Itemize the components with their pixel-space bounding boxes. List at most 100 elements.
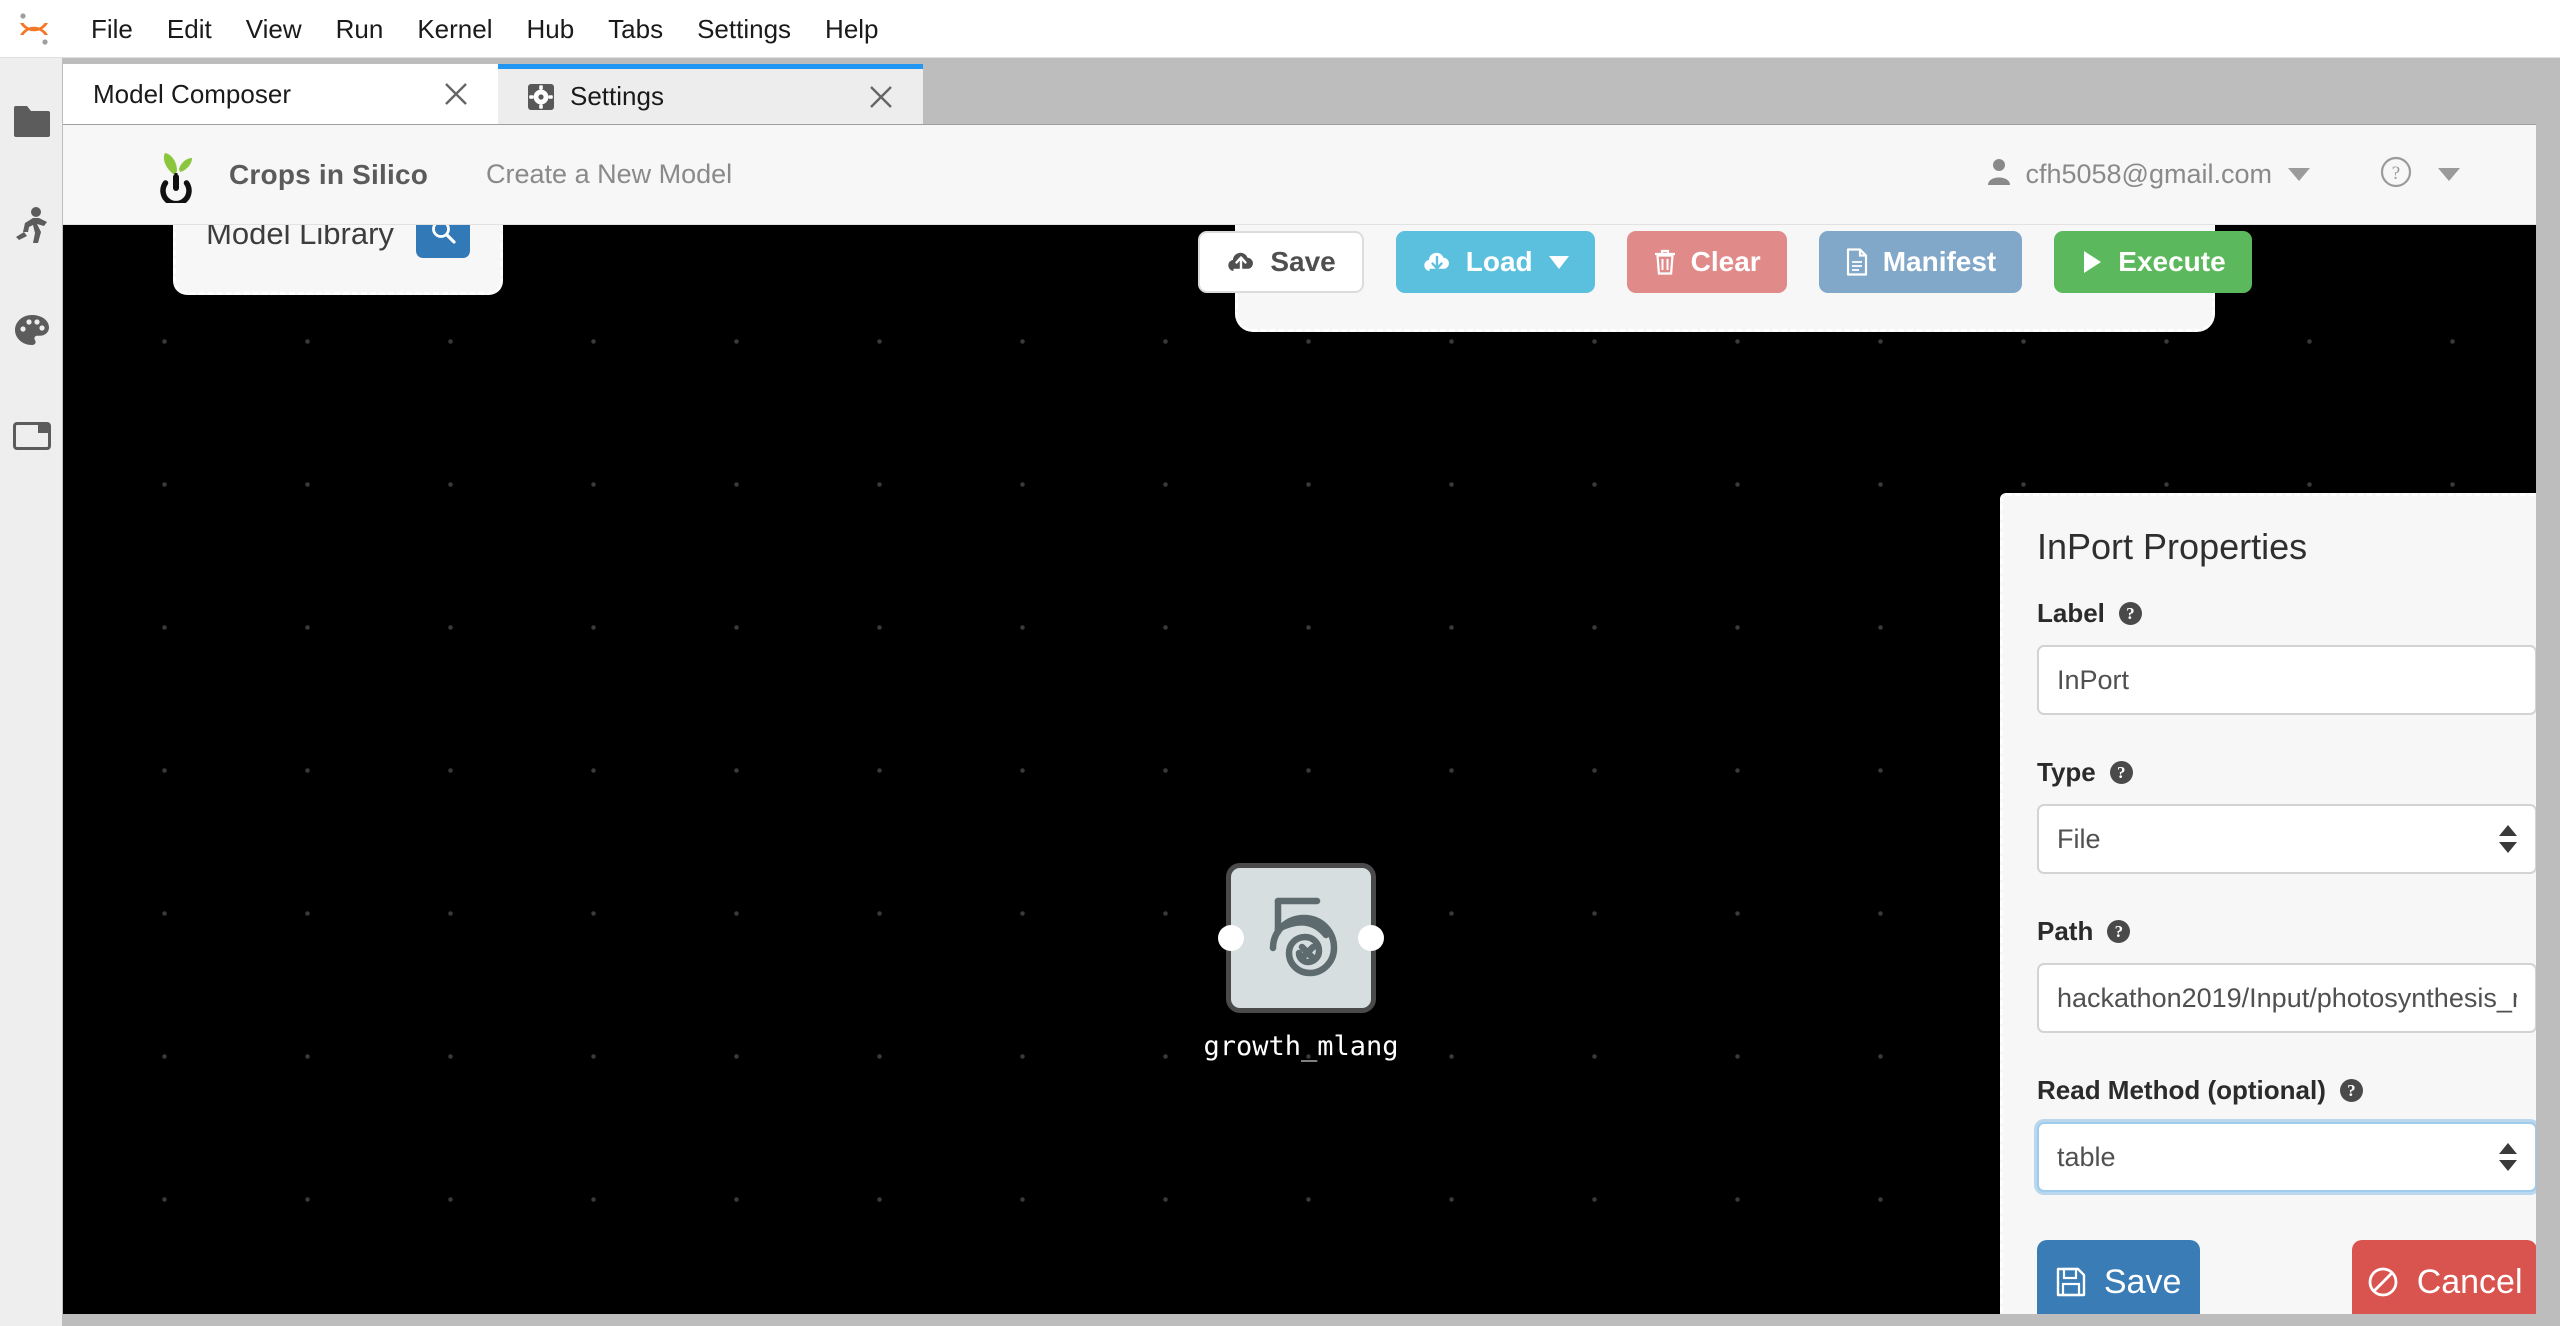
menu-item-help[interactable]: Help [808, 0, 895, 58]
help-icon[interactable]: ? [2109, 761, 2133, 784]
cloud-upload-icon [1226, 249, 1256, 275]
header-right-group: cfh5058@gmail.com ? [1987, 156, 2560, 193]
node-box[interactable] [1218, 863, 1384, 1013]
panel-cancel-button[interactable]: Cancel [2352, 1240, 2537, 1324]
model-composer-panel: Crops in Silico Create a New Model cfh50… [63, 124, 2560, 1326]
sidebar-item-open-tabs[interactable] [0, 383, 63, 488]
tab-model-composer[interactable]: Model Composer [63, 64, 498, 124]
user-menu[interactable]: cfh5058@gmail.com [1987, 158, 2310, 191]
search-icon [429, 225, 457, 250]
menu-item-view[interactable]: View [229, 0, 319, 58]
help-icon[interactable]: ? [2339, 1079, 2363, 1102]
sidebar-item-extension-palette[interactable] [0, 278, 63, 383]
jupyter-menubar: File Edit View Run Kernel Hub Tabs Setti… [0, 0, 2560, 58]
document-tabbar: Model Composer Settings [63, 58, 2560, 124]
menu-item-hub[interactable]: Hub [509, 0, 591, 58]
close-icon[interactable] [861, 77, 901, 117]
menu-item-settings[interactable]: Settings [680, 0, 808, 58]
toolbar-button-label: Save [1270, 246, 1336, 277]
toolbar-manifest-button[interactable]: Manifest [1818, 231, 2023, 293]
nav-link-create-new-model[interactable]: Create a New Model [486, 159, 732, 190]
label-text: Type [2037, 757, 2096, 787]
application-window: File Edit View Run Kernel Hub Tabs Setti… [0, 0, 2560, 1326]
document-icon [1845, 248, 1869, 276]
field-read-method-text: Read Method (optional) ? [2037, 1075, 2537, 1106]
toolbar-save-button[interactable]: Save [1198, 231, 1364, 293]
sidebar-item-running-terminals[interactable] [0, 173, 63, 278]
close-icon[interactable] [436, 74, 476, 114]
help-icon[interactable]: ? [2107, 920, 2131, 943]
label-text: Read Method (optional) [2037, 1075, 2326, 1105]
toolbar-button-label: Execute [2118, 246, 2226, 277]
panel-save-button[interactable]: Save [2037, 1240, 2201, 1324]
chevron-down-icon [2499, 842, 2517, 853]
model-canvas[interactable]: Model Library Save Load Clear Manifest E… [63, 225, 2560, 1326]
model-library-search-button[interactable] [415, 225, 470, 258]
brand-title[interactable]: Crops in Silico [229, 159, 428, 191]
app-header: Crops in Silico Create a New Model cfh50… [63, 125, 2560, 225]
tab-icon [12, 420, 52, 452]
composer-toolbar: Save Load Clear Manifest Execute [1198, 225, 2252, 293]
model-library-panel: Model Library [173, 225, 503, 295]
jupyter-logo-icon [14, 9, 54, 49]
svg-text:?: ? [2392, 163, 2400, 184]
chevron-down-icon [2499, 1160, 2517, 1171]
field-path-text: Path ? [2037, 916, 2537, 947]
menu-item-kernel[interactable]: Kernel [400, 0, 509, 58]
field-read-method: Read Method (optional) ? table [2037, 1075, 2537, 1192]
gear-icon [528, 83, 554, 110]
toolbar-clear-button[interactable]: Clear [1626, 231, 1787, 293]
ban-icon [2367, 1266, 2399, 1298]
panel-cancel-label: Cancel [2416, 1262, 2523, 1301]
inport-properties-panel: InPort Properties Label ? Type ? Fi [2000, 493, 2560, 1326]
chevron-down-icon [2438, 168, 2460, 181]
panel-actions: Save Cancel [2037, 1240, 2537, 1324]
chevron-up-icon [2499, 825, 2517, 836]
model-library-title: Model Library [206, 225, 394, 251]
type-select-wrap: File [2037, 804, 2537, 874]
sidebar-item-file-browser[interactable] [0, 68, 63, 173]
field-type: Type ? File [2037, 757, 2537, 874]
label-text: Label [2037, 598, 2105, 628]
tab-label: Settings [570, 81, 664, 111]
input-port[interactable] [1218, 925, 1244, 951]
activity-sidebar [0, 58, 63, 1326]
chevron-down-icon [2288, 168, 2310, 181]
chevron-up-icon [2499, 1143, 2517, 1154]
help-icon[interactable]: ? [2118, 602, 2142, 625]
window-right-edge [2536, 58, 2560, 1326]
read-method-select[interactable]: table [2037, 1122, 2537, 1192]
node-label: growth_mlang [1203, 1031, 1399, 1062]
window-bottom-edge [63, 1314, 2536, 1326]
toolbar-execute-button[interactable]: Execute [2054, 231, 2252, 293]
question-circle-icon: ? [2380, 156, 2412, 193]
panel-title: InPort Properties [2037, 526, 2308, 567]
palette-icon [13, 313, 51, 349]
menu-item-file[interactable]: File [74, 0, 150, 58]
menu-item-run[interactable]: Run [319, 0, 401, 58]
tab-settings[interactable]: Settings [498, 64, 923, 124]
field-label-text: Label ? [2037, 598, 2537, 629]
floppy-disk-icon [2056, 1267, 2086, 1297]
canvas-node[interactable]: growth_mlang [1203, 863, 1399, 1062]
running-person-icon [13, 206, 51, 246]
path-input[interactable] [2037, 963, 2537, 1033]
folder-icon [12, 104, 52, 138]
output-port[interactable] [1358, 925, 1384, 951]
cloud-download-icon [1422, 249, 1452, 275]
toolbar-load-button[interactable]: Load [1395, 231, 1595, 293]
menu-item-tabs[interactable]: Tabs [591, 0, 680, 58]
toolbar-button-label: Clear [1690, 246, 1761, 277]
menu-item-edit[interactable]: Edit [150, 0, 229, 58]
select-stepper-icon [2499, 1138, 2517, 1176]
trash-icon [1653, 248, 1677, 276]
label-text: Path [2037, 916, 2094, 946]
label-input[interactable] [2037, 645, 2537, 715]
type-select[interactable]: File [2037, 804, 2537, 874]
help-menu[interactable]: ? [2380, 156, 2460, 193]
composer-toolbar-panel: Save Load Clear Manifest Execute [1198, 225, 2252, 332]
field-type-text: Type ? [2037, 757, 2537, 788]
